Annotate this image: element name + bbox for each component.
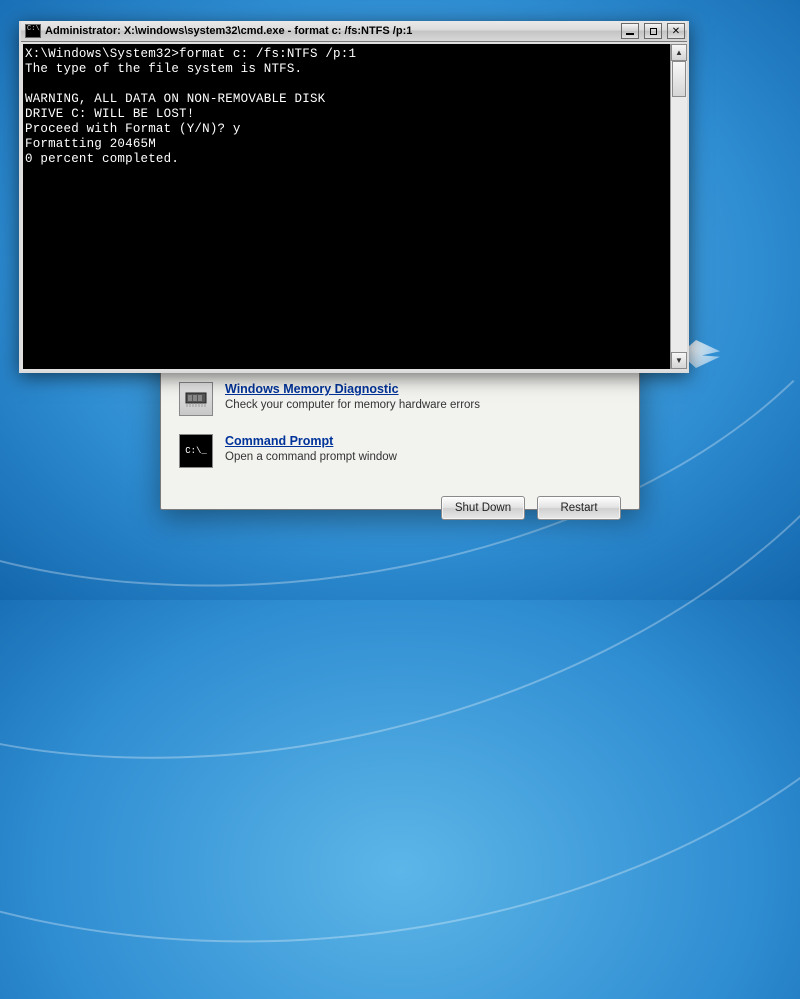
tool-command-prompt: C:\_ Command Prompt Open a command promp… [179, 434, 621, 468]
minimize-button[interactable] [621, 23, 639, 39]
shutdown-button[interactable]: Shut Down [441, 496, 525, 520]
cmd-window: C:\_ Administrator: X:\windows\system32\… [19, 21, 689, 373]
scroll-track[interactable] [671, 61, 687, 352]
command-prompt-desc: Open a command prompt window [225, 451, 397, 463]
scroll-thumb[interactable] [672, 61, 686, 97]
command-prompt-icon: C:\_ [179, 434, 213, 468]
close-button[interactable]: ✕ [667, 23, 685, 39]
cmd-title-text: Administrator: X:\windows\system32\cmd.e… [45, 25, 616, 37]
memory-chip-icon [179, 382, 213, 416]
cmd-output: X:\Windows\System32>format c: /fs:NTFS /… [23, 44, 670, 369]
restart-button[interactable]: Restart [537, 496, 621, 520]
maximize-button[interactable] [644, 23, 662, 39]
command-prompt-link[interactable]: Command Prompt [225, 434, 397, 448]
cmd-scrollbar[interactable]: ▲ ▼ [670, 44, 687, 369]
memory-diagnostic-link[interactable]: Windows Memory Diagnostic [225, 382, 480, 396]
scroll-up-button[interactable]: ▲ [671, 44, 687, 61]
tool-memory-diagnostic: Windows Memory Diagnostic Check your com… [179, 382, 621, 416]
cmd-titlebar[interactable]: C:\_ Administrator: X:\windows\system32\… [21, 21, 687, 42]
memory-diagnostic-desc: Check your computer for memory hardware … [225, 399, 480, 411]
scroll-down-button[interactable]: ▼ [671, 352, 687, 369]
cmd-titlebar-icon: C:\_ [25, 24, 41, 38]
